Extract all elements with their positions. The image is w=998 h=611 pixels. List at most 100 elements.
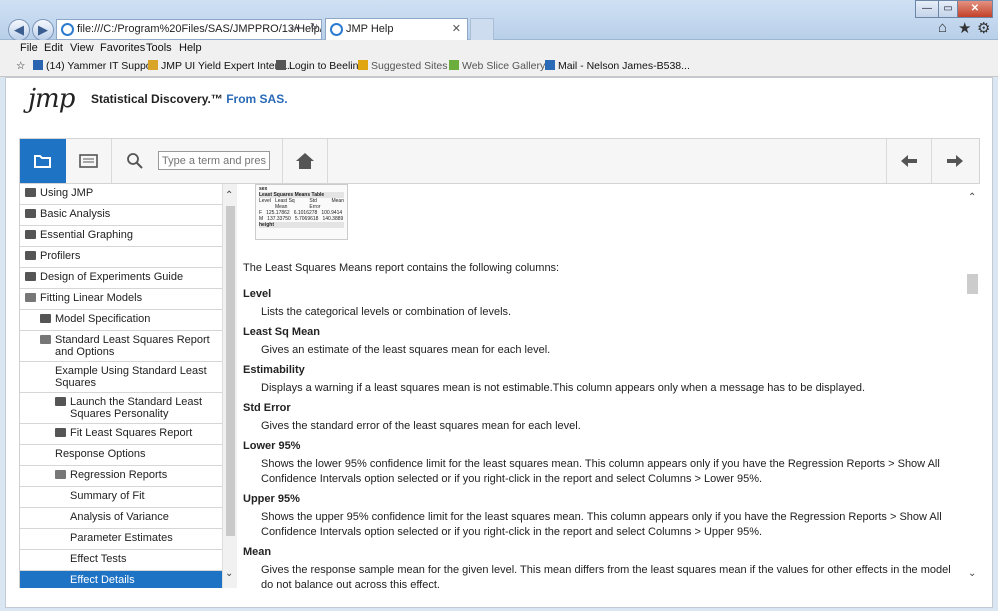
menu-file[interactable]: File [20,42,38,54]
close-window-button[interactable]: ✕ [957,0,993,18]
sidebar-item[interactable]: Basic Analysis [20,205,222,226]
sidebar-item[interactable]: Effect Details [20,571,222,588]
address-bar[interactable]: file:///C:/Program%20Files/SAS/JMPPRO/13… [56,19,322,40]
sidebar-item-label: Profilers [40,250,81,262]
content-scrollbar[interactable]: ⌃ ⌄ [966,184,980,588]
thumb-footer: height [259,222,344,228]
index-button[interactable] [66,139,112,183]
sidebar-item-label: Essential Graphing [40,229,133,241]
sidebar-item[interactable]: Standard Least Squares Report and Option… [20,331,222,362]
folder-open-icon [25,293,36,302]
sidebar-item[interactable]: Analysis of Variance [20,508,222,529]
fav-mail[interactable]: Mail - Nelson James-B538... [545,60,690,72]
home-icon [296,153,314,169]
sidebar-item[interactable]: Effect Tests [20,550,222,571]
sidebar-item-label: Summary of Fit [70,490,145,502]
sidebar-item[interactable]: Essential Graphing [20,226,222,247]
folder-icon [25,188,36,197]
scroll-down-icon[interactable]: ⌄ [968,568,976,579]
definition-description: Lists the categorical levels or combinat… [261,306,512,318]
sidebar-item[interactable]: Using JMP [20,184,222,205]
sidebar-item[interactable]: Fit Least Squares Report [20,424,222,445]
tab-close-icon[interactable]: ✕ [452,22,461,35]
definition-term: Std Error [243,402,291,414]
definition-description: Displays a warning if a least squares me… [261,382,866,394]
search-icon [127,153,143,169]
sidebar-item[interactable]: Response Options [20,445,222,466]
definition-description: Shows the upper 95% confidence limit for… [261,511,942,538]
sidebar-item[interactable]: Fitting Linear Models [20,289,222,310]
home-icon[interactable]: ⌂ [938,19,947,36]
arrow-right-icon [947,155,963,167]
search-dropdown-icon[interactable]: ⌕▾ [290,23,300,34]
sidebar-item[interactable]: Regression Reports [20,466,222,487]
intro-text: The Least Squares Means report contains … [243,262,560,274]
page-icon [148,60,158,70]
fav-web-slice[interactable]: Web Slice Gallery ▾ [449,60,553,72]
minimize-button[interactable]: — [915,0,939,18]
fav-jmp-yield[interactable]: JMP UI Yield Expert Interfa... [148,60,296,72]
sidebar-item-label: Basic Analysis [40,208,111,220]
sidebar-item[interactable]: Summary of Fit [20,487,222,508]
index-card-icon [78,154,98,168]
menu-view[interactable]: View [70,42,94,54]
home-button[interactable] [282,139,328,183]
sidebar-item-label: Regression Reports [70,469,168,481]
previous-topic-button[interactable] [886,139,932,183]
least-squares-means-table-image: sex Least Squares Means Table Level Leas… [255,184,348,240]
folder-icon [25,230,36,239]
folder-icon [25,272,36,281]
address-text: file:///C:/Program%20Files/SAS/JMPPRO/13… [77,23,322,35]
definition-description: Gives the standard error of the least sq… [261,420,581,432]
next-topic-button[interactable] [932,139,978,183]
definition-term: Lower 95% [243,440,301,452]
fav-suggested-sites[interactable]: Suggested Sites ▾ [358,60,456,72]
menu-favorites[interactable]: Favorites [100,42,145,54]
search-button[interactable] [112,139,158,183]
help-search-input[interactable] [158,151,270,170]
fav-beeline[interactable]: Login to Beeline [276,60,364,72]
help-content: sex Least Squares Means Table Level Leas… [238,184,966,588]
settings-gear-icon[interactable]: ⚙ [977,19,990,37]
sidebar-item[interactable]: Parameter Estimates [20,529,222,550]
refresh-icon[interactable]: ↻ [310,22,318,33]
scroll-down-icon[interactable]: ⌄ [225,568,233,579]
back-button[interactable]: ◀ [8,19,30,41]
sidebar-item-label: Response Options [55,448,146,460]
jmp-logo: jmp [28,84,75,114]
definition-term: Estimability [243,364,305,376]
favorites-star-icon[interactable]: ★ [958,19,971,37]
tab-jmp-help[interactable]: JMP Help ✕ [325,18,468,40]
sidebar-item[interactable]: Example Using Standard Least Squares [20,362,222,393]
scroll-up-icon[interactable]: ⌃ [968,192,976,203]
sidebar-scrollbar[interactable]: ⌃ ⌄ [222,184,237,588]
contents-button[interactable] [20,139,66,183]
help-toolbar [19,138,980,184]
sidebar-item-label: Using JMP [40,187,94,199]
content-scroll-thumb[interactable] [967,274,978,294]
maximize-button[interactable]: ▭ [938,0,958,18]
sidebar-item-label: Effect Tests [70,553,127,565]
fav-yammer[interactable]: (14) Yammer IT Support [33,60,158,72]
definition-term: Upper 95% [243,493,300,505]
definition-description: Shows the lower 95% confidence limit for… [261,458,940,485]
menu-help[interactable]: Help [179,42,202,54]
sidebar-item-label: Fitting Linear Models [40,292,143,304]
folder-icon [55,397,66,406]
menu-edit[interactable]: Edit [44,42,63,54]
sidebar-scroll-thumb[interactable] [226,206,235,536]
tab-title: JMP Help [346,23,394,35]
sidebar-item[interactable]: Design of Experiments Guide [20,268,222,289]
sidebar-item[interactable]: Launch the Standard Least Squares Person… [20,393,222,424]
menu-tools[interactable]: Tools [146,42,172,54]
favorites-star-add-icon[interactable]: ☆ [16,60,25,72]
sidebar-item[interactable]: Profilers [20,247,222,268]
folder-icon [25,209,36,218]
scroll-up-icon[interactable]: ⌃ [225,190,233,201]
forward-button[interactable]: ▶ [32,19,54,41]
new-tab-button[interactable] [470,18,494,40]
sidebar-item[interactable]: Model Specification [20,310,222,331]
ie-tab-icon [330,23,343,36]
definition-description: Gives the response sample mean for the g… [261,564,951,588]
folder-icon [55,428,66,437]
